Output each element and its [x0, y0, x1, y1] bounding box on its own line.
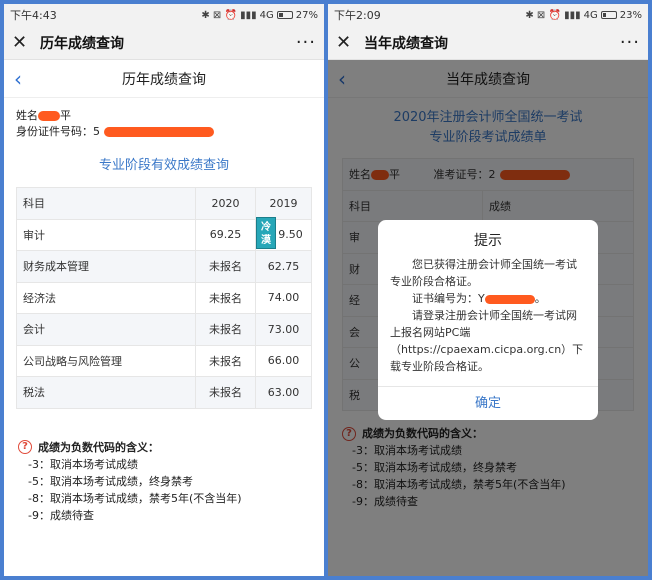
redaction-mark — [484, 294, 535, 304]
watermark-badge: 冷漠 — [256, 216, 276, 249]
code-notes: ? 成绩为负数代码的含义： -3：取消本场考试成绩 -5：取消本场考试成绩，终身… — [4, 409, 324, 524]
score-2019-cell: 74.00 — [255, 281, 312, 314]
subject-cell: 会计 — [16, 313, 196, 346]
header-2019: 2019 — [255, 187, 312, 220]
status-icons: ✱ ⊠ ⏰ ▮▮▮ 4G 27% — [201, 10, 318, 21]
note-line: -8：取消本场考试成绩，禁考5年(不含当年) — [28, 491, 242, 505]
section-title[interactable]: 专业阶段有效成绩查询 — [4, 154, 324, 173]
dialog-body: 您已获得注册会计师全国统一考试专业阶段合格证。 证书编号为：Y。 请登录注册会计… — [378, 250, 598, 375]
notes-heading: ? 成绩为负数代码的含义： — [18, 439, 312, 456]
id-line: 身份证件号码：5 — [16, 124, 312, 140]
battery-icon — [600, 11, 617, 19]
screenshot-frame: 下午4:43 ✱ ⊠ ⏰ ▮▮▮ 4G 27% ✕ 历年成绩查询 ··· ‹ 历… — [2, 2, 650, 578]
table-row: 财务成本管理 未报名 62.75 — [16, 250, 312, 283]
note-line: -5：取消本场考试成绩，终身禁考 — [28, 474, 193, 488]
subject-cell: 经济法 — [16, 281, 196, 314]
status-bar: 下午4:43 ✱ ⊠ ⏰ ▮▮▮ 4G 27% — [4, 4, 324, 26]
more-icon[interactable]: ··· — [296, 32, 316, 53]
close-icon[interactable]: ✕ — [12, 32, 34, 53]
network-label: 4G — [259, 9, 274, 21]
id-label: 身份证件号码： — [16, 125, 93, 138]
status-time: 下午4:43 — [10, 9, 57, 22]
score-2019-cell: 62.75 — [255, 250, 312, 283]
score-2020-cell: 未报名 — [195, 344, 256, 377]
name-label: 姓名 — [16, 109, 38, 122]
status-time: 下午2:09 — [334, 9, 381, 22]
question-icon: ? — [18, 440, 32, 454]
back-chevron-icon[interactable]: ‹ — [14, 67, 22, 91]
window-titlebar: ✕ 当年成绩查询 ··· — [328, 26, 648, 60]
name-visible: 平 — [60, 109, 71, 122]
candidate-info: 姓名 平 身份证件号码：5 — [4, 98, 324, 140]
page-title: 历年成绩查询 — [122, 71, 206, 88]
status-icons: ✱ ⊠ ⏰ ▮▮▮ 4G 23% — [525, 10, 642, 21]
note-line: -3：取消本场考试成绩 — [28, 457, 138, 471]
battery-percent: 27% — [295, 9, 318, 21]
dialog-certificate-line: 证书编号为：Y。 — [412, 292, 546, 305]
close-icon[interactable]: ✕ — [336, 32, 358, 53]
battery-icon — [276, 11, 293, 19]
subject-cell: 审计 — [16, 218, 196, 251]
window-title: 当年成绩查询 — [364, 35, 448, 52]
certificate-number: 证书编号为：Y — [412, 292, 485, 305]
score-2019-cell: 66.00 — [255, 344, 312, 377]
score-2020-cell: 69.25 — [195, 218, 256, 251]
window-title: 历年成绩查询 — [40, 35, 124, 52]
right-phone-screen: 下午2:09 ✱ ⊠ ⏰ ▮▮▮ 4G 23% ✕ 当年成绩查询 ··· ‹ 当… — [328, 4, 648, 576]
battery-percent: 23% — [619, 9, 642, 21]
status-symbols-icon: ✱ ⊠ ⏰ ▮▮▮ — [201, 9, 257, 21]
subject-cell: 公司战略与风险管理 — [16, 344, 196, 377]
score-2019-cell: 73.00 — [255, 313, 312, 346]
note-line: -9：成绩待查 — [28, 508, 94, 522]
left-phone-screen: 下午4:43 ✱ ⊠ ⏰ ▮▮▮ 4G 27% ✕ 历年成绩查询 ··· ‹ 历… — [4, 4, 324, 576]
score-2019-cell: 63.00 — [255, 376, 312, 409]
table-row: 会计 未报名 73.00 — [16, 313, 312, 346]
name-line: 姓名 平 — [16, 108, 312, 124]
status-bar: 下午2:09 ✱ ⊠ ⏰ ▮▮▮ 4G 23% — [328, 4, 648, 26]
table-row: 审计 69.25 冷漠 9.50 — [16, 216, 312, 251]
page-navbar: ‹ 历年成绩查询 — [4, 60, 324, 98]
score-2020-cell: 未报名 — [195, 281, 256, 314]
score-2020-cell: 未报名 — [195, 376, 256, 409]
subject-cell: 税法 — [16, 376, 196, 409]
score-2019-value: 9.50 — [278, 228, 303, 242]
network-label: 4G — [583, 9, 598, 21]
table-row: 税法 未报名 63.00 — [16, 376, 312, 409]
more-icon[interactable]: ··· — [620, 32, 640, 53]
window-titlebar: ✕ 历年成绩查询 ··· — [4, 26, 324, 60]
notes-heading-text: 成绩为负数代码的含义： — [38, 440, 159, 454]
redaction-mark — [38, 111, 60, 121]
table-header-row: 科目 2020 2019 — [16, 187, 312, 220]
confirm-button[interactable]: 确定 — [378, 386, 598, 420]
dialog-paragraph: 请登录注册会计师全国统一考试网上报名网站PC端（https://cpaexam.… — [390, 309, 584, 373]
id-visible: 5 — [93, 125, 100, 138]
subject-cell: 财务成本管理 — [16, 250, 196, 283]
header-subject: 科目 — [16, 187, 196, 220]
score-2020-cell: 未报名 — [195, 250, 256, 283]
score-2020-cell: 未报名 — [195, 313, 256, 346]
score-2019-cell: 冷漠 9.50 — [255, 216, 312, 251]
redaction-mark — [104, 127, 214, 137]
table-row: 经济法 未报名 74.00 — [16, 281, 312, 314]
dialog-title: 提示 — [474, 233, 502, 249]
header-2020: 2020 — [195, 187, 256, 220]
table-row: 公司战略与风险管理 未报名 66.00 — [16, 344, 312, 377]
certificate-dialog: 提示 您已获得注册会计师全国统一考试专业阶段合格证。 证书编号为：Y。 请登录注… — [378, 220, 598, 420]
status-symbols-icon: ✱ ⊠ ⏰ ▮▮▮ — [525, 9, 581, 21]
dialog-paragraph: 您已获得注册会计师全国统一考试专业阶段合格证。 — [390, 258, 577, 288]
scores-table: 科目 2020 2019 审计 69.25 冷漠 9.50 财务成本管理 未报名… — [16, 187, 312, 409]
